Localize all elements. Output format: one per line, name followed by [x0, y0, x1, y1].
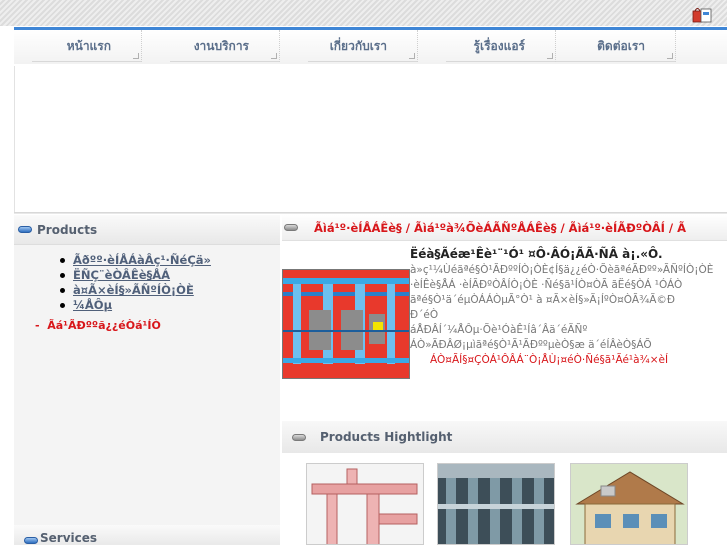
- category-link[interactable]: ¼ÅÔµ: [73, 298, 112, 312]
- highlight-header: Products Hightlight: [282, 421, 727, 453]
- product-category-list: Ãðºº·èÍÅÁàÂç¹·ÑéÇä» ËÑÇ¨èÒÂÊè§ÅÁ à¤Ã×èÍ§…: [60, 253, 280, 313]
- banner-area: [14, 66, 727, 212]
- nav-corner-mark: [271, 53, 277, 59]
- breadcrumb-text: Ãìá¹º·èÍÅÁÊè§ / Ãìá¹ºà¾ÕèÁÃÑºÅÁÊè§ / Ãìá…: [314, 221, 687, 235]
- nav-corner-mark: [547, 53, 553, 59]
- highlight-product-house[interactable]: [570, 463, 688, 545]
- nav-item-services[interactable]: งานบริการ: [170, 30, 280, 62]
- pill-bullet-icon: [284, 224, 298, 231]
- main-content: Ãìá¹º·èÍÅÁÊè§ / Ãìá¹ºà¾ÕèÁÃÑºÅÁÊè§ / Ãìá…: [282, 215, 727, 545]
- main-nav: หน้าแรก งานบริการ เกี่ยวกับเรา รู้เรื่อง…: [14, 30, 727, 64]
- description-highlight: ÁÒ¤ÃÍ§¤ÇÒÁ¹ÔÂÁ¨Ò¡ÅÙ¡¤éÒ·Ñé§ã¹Ãé¹à¾×èÍ: [430, 354, 669, 366]
- nav-item-label: หน้าแรก: [66, 39, 111, 53]
- sub-category-label: Ãá¹ÃÐººã¿¿éÒá¹ÍÒ: [47, 319, 161, 332]
- highlight-product-plant[interactable]: [437, 463, 555, 545]
- sub-category-link[interactable]: - Ãá¹ÃÐººã¿¿éÒá¹ÍÒ: [35, 319, 280, 332]
- shopping-bag-icon[interactable]: [691, 5, 713, 23]
- pill-bullet-icon: [292, 434, 306, 441]
- products-header: Products: [14, 215, 280, 245]
- list-item: ËÑÇ¨èÒÂÊè§ÅÁ: [60, 268, 280, 283]
- nav-corner-mark: [409, 53, 415, 59]
- duct-system-image: [282, 269, 410, 379]
- section-divider: [14, 212, 727, 214]
- top-band: [0, 0, 727, 26]
- nav-item-label: ติดต่อเรา: [597, 39, 645, 53]
- services-title: Services: [40, 531, 98, 545]
- services-header: Services: [14, 525, 280, 545]
- nav-item-home[interactable]: หน้าแรก: [32, 30, 142, 62]
- list-item: Ãðºº·èÍÅÁàÂç¹·ÑéÇä»: [60, 253, 280, 268]
- nav-corner-mark: [667, 53, 673, 59]
- pill-bullet-icon: [18, 226, 32, 233]
- category-link[interactable]: ËÑÇ¨èÒÂÊè§ÅÁ: [73, 268, 170, 282]
- highlight-title: Products Hightlight: [320, 430, 453, 444]
- nav-item-knowledge[interactable]: รู้เรื่องแอร์: [446, 30, 556, 62]
- sidebar: Products Ãðºº·èÍÅÁàÂç¹·ÑéÇä» ËÑÇ¨èÒÂÊè§Å…: [14, 215, 280, 545]
- article-description: à»ç¹¼Ùéãªé§Ò¹ÃÐººÍÒ¡ÒÈ¢Í§ä¿¿éÒ·ÕèãªéÃÐºº…: [410, 263, 726, 368]
- list-item: ¼ÅÔµ: [60, 298, 280, 313]
- description-line: ãªé§Ò¹ä´éµÒÁÁÒµÃ°Ò¹ à ¤Ã×èÍ§»Ã¡ÍºÒ¤ÒÃ¾Ã©…: [410, 294, 676, 306]
- nav-item-label: เกี่ยวกับเรา: [329, 39, 387, 53]
- nav-item-label: งานบริการ: [193, 39, 249, 53]
- description-line: ·èÍÊè§ÅÁ ·èÍÃÐºÒÂÍÒ¡ÒÈ ·Ñé§ã¹ÍÒ¤ÒÃ ãËé§Ò…: [410, 279, 683, 291]
- list-item: à¤Ã×èÍ§»ÃÑºÍÒ¡ÒÈ: [60, 283, 280, 298]
- description-line: Ð´éÒ: [410, 309, 439, 321]
- nav-item-label: รู้เรื่องแอร์: [473, 39, 525, 53]
- nav-corner-mark: [133, 53, 139, 59]
- highlight-product-duct[interactable]: [306, 463, 424, 545]
- article-headline: Ëéà§Ãéæ¹Êè¹¨¹Ó¹ ¤Ô·ÂÓ¡ÃÃ·ÑÂ à¡.«Ô.: [410, 247, 663, 261]
- products-title: Products: [37, 223, 98, 237]
- category-link[interactable]: Ãðºº·èÍÅÁàÂç¹·ÑéÇä»: [73, 253, 211, 267]
- description-line: à»ç¹¼Ùéãªé§Ò¹ÃÐººÍÒ¡ÒÈ¢Í§ä¿¿éÒ·ÕèãªéÃÐºº…: [410, 264, 714, 276]
- nav-item-about[interactable]: เกี่ยวกับเรา: [308, 30, 418, 62]
- nav-item-contact[interactable]: ติดต่อเรา: [556, 30, 676, 62]
- breadcrumb[interactable]: Ãìá¹º·èÍÅÁÊè§ / Ãìá¹ºà¾ÕèÁÃÑºÅÁÊè§ / Ãìá…: [282, 215, 727, 241]
- description-line: ÁÒ»ÃÐÂØ¡µìãªé§Ò¹Ã¹ÃÐººµèÒ§æ ä´éÍÂèÒ§ÁÕ: [410, 339, 652, 351]
- description-line: áÅÐÂÍ´¼ÅÔµ·Õè¹ÓàÊ¹Íâ´Âä´éÃÑº: [410, 324, 588, 336]
- pill-bullet-icon: [24, 537, 38, 544]
- category-link[interactable]: à¤Ã×èÍ§»ÃÑºÍÒ¡ÒÈ: [73, 283, 194, 297]
